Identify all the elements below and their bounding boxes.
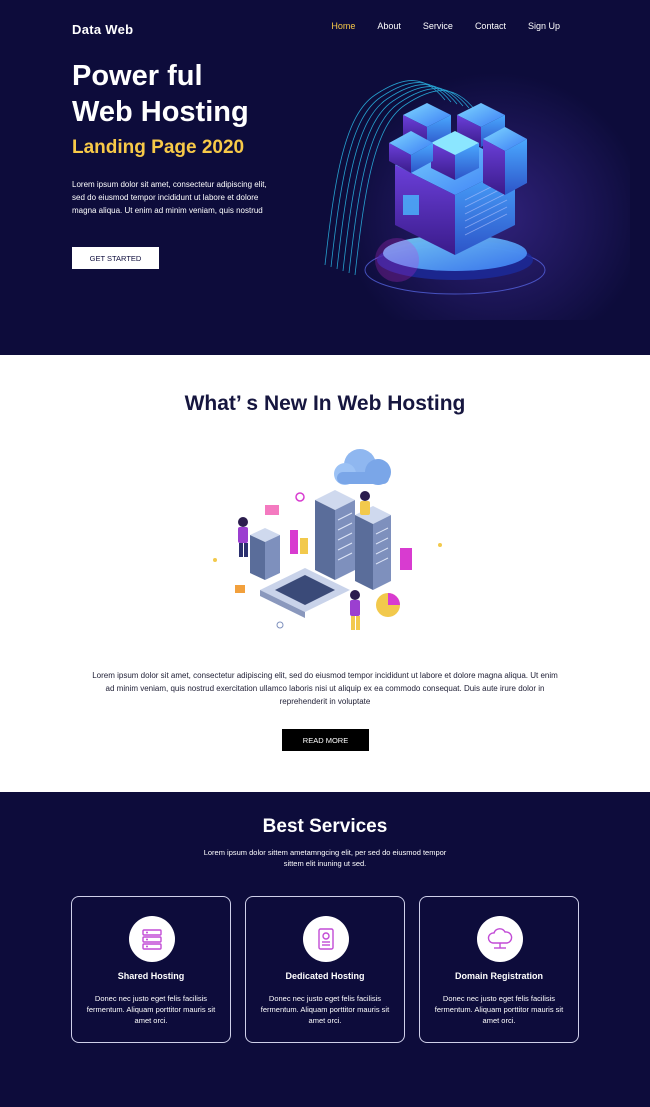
service-icon-circle <box>477 916 523 962</box>
service-card-description: Donec nec justo eget felis facilisis fer… <box>86 994 216 1025</box>
nav-service[interactable]: Service <box>423 21 453 31</box>
hosting-isometric-illustration-icon <box>213 449 442 630</box>
service-card-shared-hosting[interactable]: Shared Hosting Donec nec justo eget feli… <box>71 896 231 1043</box>
services-title: Best Services <box>262 816 388 837</box>
service-card-title: Dedicated Hosting <box>285 971 365 981</box>
whats-new-title: What’ s New In Web Hosting <box>184 392 466 415</box>
service-card-domain-registration[interactable]: Domain Registration Donec nec justo eget… <box>419 896 579 1043</box>
cloud-domain-icon <box>487 928 513 949</box>
service-card-dedicated-hosting[interactable]: Dedicated Hosting Donec nec justo eget f… <box>245 896 405 1043</box>
hero-description: Lorem ipsum dolor sit amet, consectetur … <box>72 180 267 215</box>
server-stack-icon <box>142 929 162 950</box>
server-illustration-icon <box>324 80 546 295</box>
hero-subtitle: Landing Page 2020 <box>72 137 245 158</box>
whats-new-description: Lorem ipsum dolor sit amet, consectetur … <box>92 671 558 706</box>
service-icon-circle <box>129 916 175 962</box>
nav-sign-up[interactable]: Sign Up <box>528 21 560 31</box>
nav-contact[interactable]: Contact <box>475 21 506 31</box>
service-card-title: Shared Hosting <box>117 971 185 981</box>
services-section: Best Services Lorem ipsum dolor sittem a… <box>0 792 650 1107</box>
service-card-title: Domain Registration <box>454 971 543 981</box>
services-description: Lorem ipsum dolor sittem ametamngcing el… <box>203 848 447 868</box>
service-icon-circle <box>303 916 349 962</box>
get-started-button[interactable]: GET STARTED <box>72 247 159 269</box>
hero-title-line2: Web Hosting <box>72 96 249 128</box>
nav-about[interactable]: About <box>377 21 401 31</box>
service-card-description: Donec nec justo eget felis facilisis fer… <box>434 994 564 1025</box>
nav-home[interactable]: Home <box>331 21 355 31</box>
dedicated-server-icon <box>318 928 334 950</box>
hero-section: Data Web Home About Service Contact Sign… <box>0 0 650 355</box>
service-card-description: Donec nec justo eget felis facilisis fer… <box>260 994 390 1025</box>
hero-title: Power ful Web Hosting <box>72 58 249 130</box>
site-logo[interactable]: Data Web <box>72 22 133 37</box>
hero-title-line1: Power ful <box>72 60 203 92</box>
main-nav: Home About Service Contact Sign Up <box>331 21 560 31</box>
read-more-button[interactable]: READ MORE <box>282 729 369 751</box>
